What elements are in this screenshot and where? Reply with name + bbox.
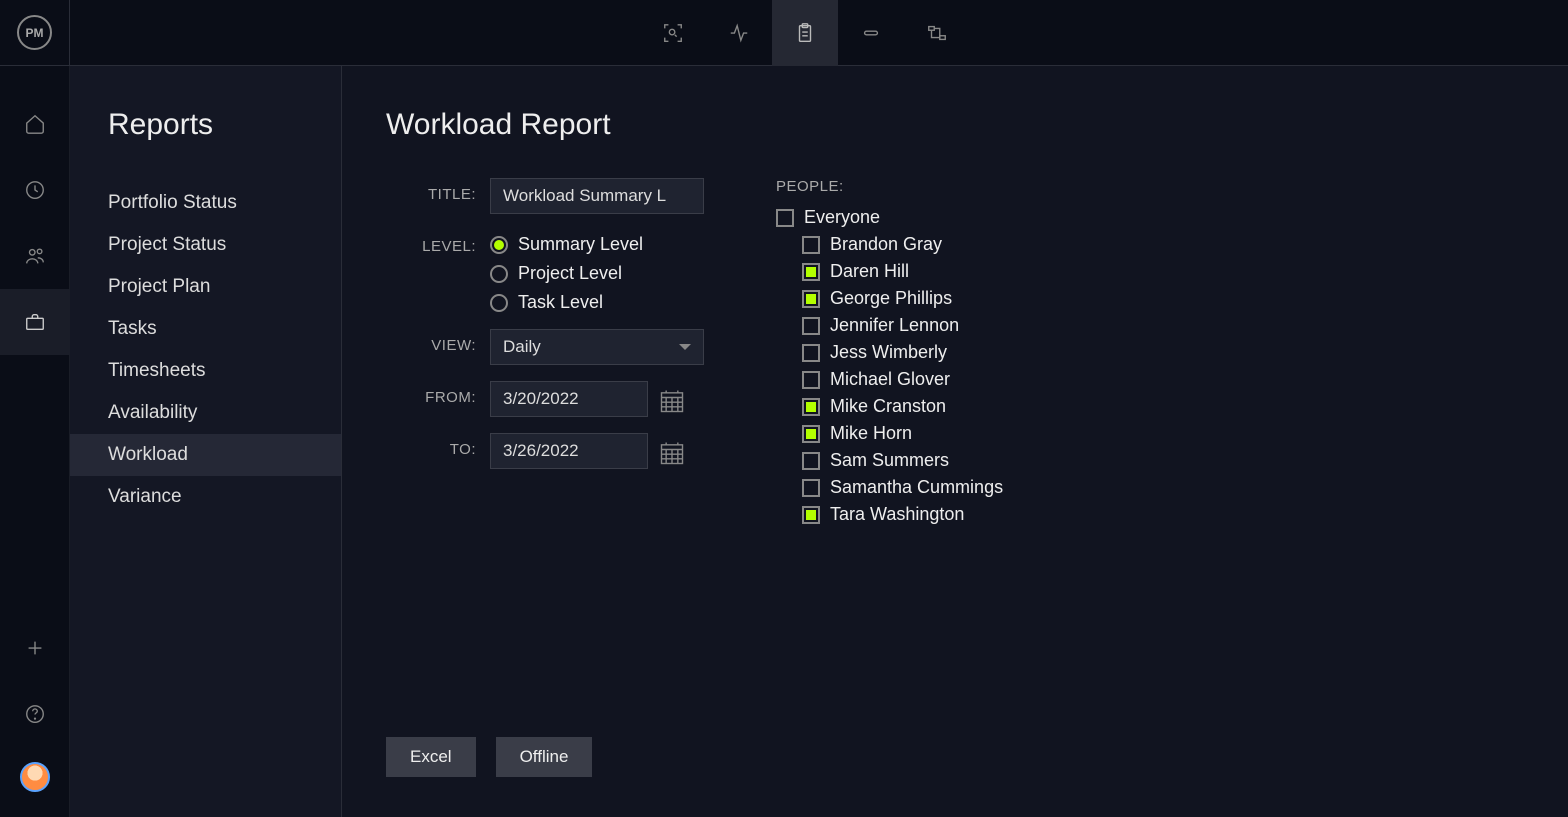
sidebar-item-project-plan[interactable]: Project Plan xyxy=(70,266,341,308)
level-label: LEVEL: xyxy=(386,230,476,255)
checkbox-icon xyxy=(802,317,820,335)
people-item-5[interactable]: Michael Glover xyxy=(802,369,1003,390)
people-name: George Phillips xyxy=(830,288,952,309)
checkbox-icon xyxy=(802,236,820,254)
checkbox-icon xyxy=(776,209,794,227)
view-value: Daily xyxy=(503,337,541,357)
people-name: Samantha Cummings xyxy=(830,477,1003,498)
sidebar-item-variance[interactable]: Variance xyxy=(70,476,341,518)
checkbox-icon xyxy=(802,425,820,443)
sidebar-item-project-status[interactable]: Project Status xyxy=(70,224,341,266)
sidebar-item-availability[interactable]: Availability xyxy=(70,392,341,434)
link-icon[interactable] xyxy=(838,0,904,66)
radio-label: Summary Level xyxy=(518,234,643,255)
clipboard-icon[interactable] xyxy=(772,0,838,66)
people-everyone[interactable]: Everyone xyxy=(776,207,1003,228)
main: Reports Portfolio StatusProject StatusPr… xyxy=(0,66,1568,817)
briefcase-icon[interactable] xyxy=(0,289,70,355)
from-label: FROM: xyxy=(386,381,476,406)
sidebar-item-tasks[interactable]: Tasks xyxy=(70,308,341,350)
sidebar-item-timesheets[interactable]: Timesheets xyxy=(70,350,341,392)
radio-label: Project Level xyxy=(518,263,622,284)
people-item-3[interactable]: Jennifer Lennon xyxy=(802,315,1003,336)
people-item-2[interactable]: George Phillips xyxy=(802,288,1003,309)
chevron-down-icon xyxy=(679,344,691,350)
radio-dot-icon xyxy=(490,265,508,283)
sidebar: Reports Portfolio StatusProject StatusPr… xyxy=(70,66,342,817)
header: PM xyxy=(0,0,1568,66)
from-input[interactable] xyxy=(490,381,648,417)
checkbox-icon xyxy=(802,506,820,524)
people-column: PEOPLE: Everyone Brandon Gray Daren Hill Ge… xyxy=(776,178,1003,531)
title-input[interactable] xyxy=(490,178,704,214)
excel-button[interactable]: Excel xyxy=(386,737,476,777)
view-select[interactable]: Daily xyxy=(490,329,704,365)
people-name: Mike Horn xyxy=(830,423,912,444)
to-input[interactable] xyxy=(490,433,648,469)
view-label: VIEW: xyxy=(386,329,476,354)
people-name: Jennifer Lennon xyxy=(830,315,959,336)
checkbox-icon xyxy=(802,344,820,362)
help-icon[interactable] xyxy=(0,681,70,747)
content: Workload Report TITLE: LEVEL: Summary Le… xyxy=(342,66,1568,817)
people-name: Sam Summers xyxy=(830,450,949,471)
radio-dot-icon xyxy=(490,294,508,312)
flow-icon[interactable] xyxy=(904,0,970,66)
radio-dot-icon xyxy=(490,236,508,254)
people-label-text: Everyone xyxy=(804,207,880,228)
scan-icon[interactable] xyxy=(640,0,706,66)
people-item-9[interactable]: Samantha Cummings xyxy=(802,477,1003,498)
activity-icon[interactable] xyxy=(706,0,772,66)
people-label: PEOPLE: xyxy=(776,178,1003,195)
title-label: TITLE: xyxy=(386,178,476,203)
checkbox-icon xyxy=(802,290,820,308)
people-name: Brandon Gray xyxy=(830,234,942,255)
page-title: Workload Report xyxy=(386,108,1528,142)
people-name: Tara Washington xyxy=(830,504,964,525)
checkbox-icon xyxy=(802,371,820,389)
people-name: Jess Wimberly xyxy=(830,342,947,363)
checkbox-icon xyxy=(802,452,820,470)
people-item-1[interactable]: Daren Hill xyxy=(802,261,1003,282)
calendar-icon[interactable] xyxy=(658,439,686,467)
avatar[interactable] xyxy=(20,762,50,792)
level-radio-2[interactable]: Task Level xyxy=(490,292,643,313)
level-radio-0[interactable]: Summary Level xyxy=(490,234,643,255)
calendar-icon[interactable] xyxy=(658,387,686,415)
radio-label: Task Level xyxy=(518,292,603,313)
people-name: Mike Cranston xyxy=(830,396,946,417)
people-item-7[interactable]: Mike Horn xyxy=(802,423,1003,444)
checkbox-icon xyxy=(802,479,820,497)
home-icon[interactable] xyxy=(0,91,70,157)
people-name: Daren Hill xyxy=(830,261,909,282)
to-label: TO: xyxy=(386,433,476,458)
clock-icon[interactable] xyxy=(0,157,70,223)
logo-cell: PM xyxy=(0,0,70,66)
people-item-10[interactable]: Tara Washington xyxy=(802,504,1003,525)
sidebar-title: Reports xyxy=(70,108,341,142)
form-column: TITLE: LEVEL: Summary Level Project Level… xyxy=(386,178,704,531)
people-name: Michael Glover xyxy=(830,369,950,390)
people-item-6[interactable]: Mike Cranston xyxy=(802,396,1003,417)
people-item-0[interactable]: Brandon Gray xyxy=(802,234,1003,255)
sidebar-item-portfolio-status[interactable]: Portfolio Status xyxy=(70,182,341,224)
sidebar-item-workload[interactable]: Workload xyxy=(70,434,341,476)
people-item-8[interactable]: Sam Summers xyxy=(802,450,1003,471)
offline-button[interactable]: Offline xyxy=(496,737,593,777)
left-rail xyxy=(0,66,70,817)
plus-icon[interactable] xyxy=(0,615,70,681)
people-icon[interactable] xyxy=(0,223,70,289)
logo[interactable]: PM xyxy=(17,15,52,50)
level-radio-1[interactable]: Project Level xyxy=(490,263,643,284)
checkbox-icon xyxy=(802,398,820,416)
header-tabs xyxy=(640,0,970,66)
people-item-4[interactable]: Jess Wimberly xyxy=(802,342,1003,363)
checkbox-icon xyxy=(802,263,820,281)
